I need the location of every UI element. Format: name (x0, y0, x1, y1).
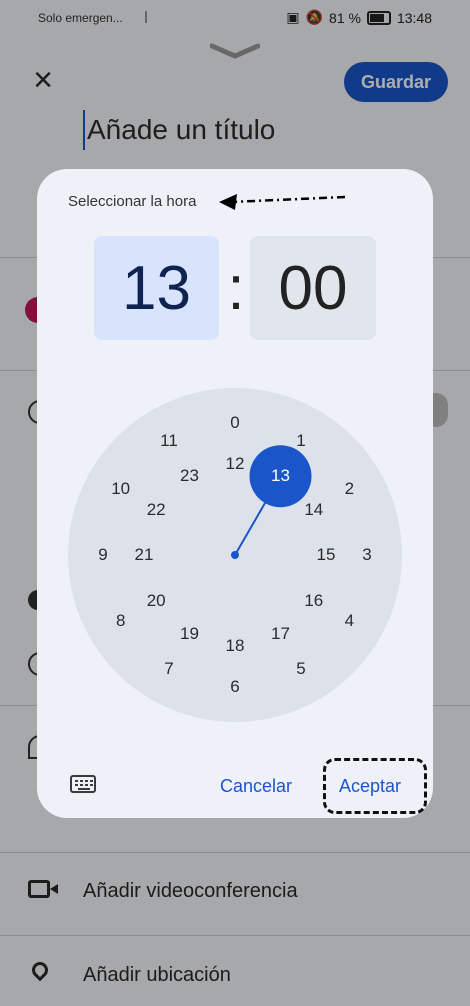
clock-number-11[interactable]: 11 (154, 429, 184, 453)
clock-number-5[interactable]: 5 (286, 657, 316, 681)
clock-number-12[interactable]: 12 (220, 452, 250, 476)
clock-dial[interactable]: 0 1 2 3 4 5 6 7 8 9 10 11 12 13 14 15 16 17 18 19 20 21 22 23 (68, 388, 402, 722)
accept-button[interactable]: Aceptar (339, 776, 401, 797)
clock-number-4[interactable]: 4 (334, 609, 364, 633)
clock-number-13[interactable]: 13 (266, 464, 296, 488)
minute-field[interactable]: 00 (250, 236, 376, 340)
clock-number-20[interactable]: 20 (141, 589, 171, 613)
hour-field[interactable]: 13 (94, 236, 219, 340)
clock-number-0[interactable]: 0 (220, 411, 250, 435)
clock-number-18[interactable]: 18 (220, 634, 250, 658)
clock-number-19[interactable]: 19 (175, 622, 205, 646)
annotation-arrow-icon (219, 194, 346, 210)
clock-number-3[interactable]: 3 (352, 543, 382, 567)
clock-number-14[interactable]: 14 (299, 498, 329, 522)
clock-number-21[interactable]: 21 (129, 543, 159, 567)
clock-number-23[interactable]: 23 (175, 464, 205, 488)
time-separator: : (227, 254, 245, 323)
dialog-title: Seleccionar la hora (68, 193, 197, 210)
time-picker-dialog: Seleccionar la hora 13 : 00 0 1 2 3 4 5 6 7 8 9 10… (37, 169, 433, 818)
clock-number-22[interactable]: 22 (141, 498, 171, 522)
clock-number-17[interactable]: 17 (266, 622, 296, 646)
cancel-button[interactable]: Cancelar (220, 776, 292, 797)
clock-number-6[interactable]: 6 (220, 675, 250, 699)
clock-number-15[interactable]: 15 (311, 543, 341, 567)
clock-number-16[interactable]: 16 (299, 589, 329, 613)
keyboard-icon[interactable] (70, 775, 96, 793)
clock-number-9[interactable]: 9 (88, 543, 118, 567)
clock-number-7[interactable]: 7 (154, 657, 184, 681)
clock-number-10[interactable]: 10 (106, 477, 136, 501)
clock-number-1[interactable]: 1 (286, 429, 316, 453)
clock-number-2[interactable]: 2 (334, 477, 364, 501)
clock-number-8[interactable]: 8 (106, 609, 136, 633)
